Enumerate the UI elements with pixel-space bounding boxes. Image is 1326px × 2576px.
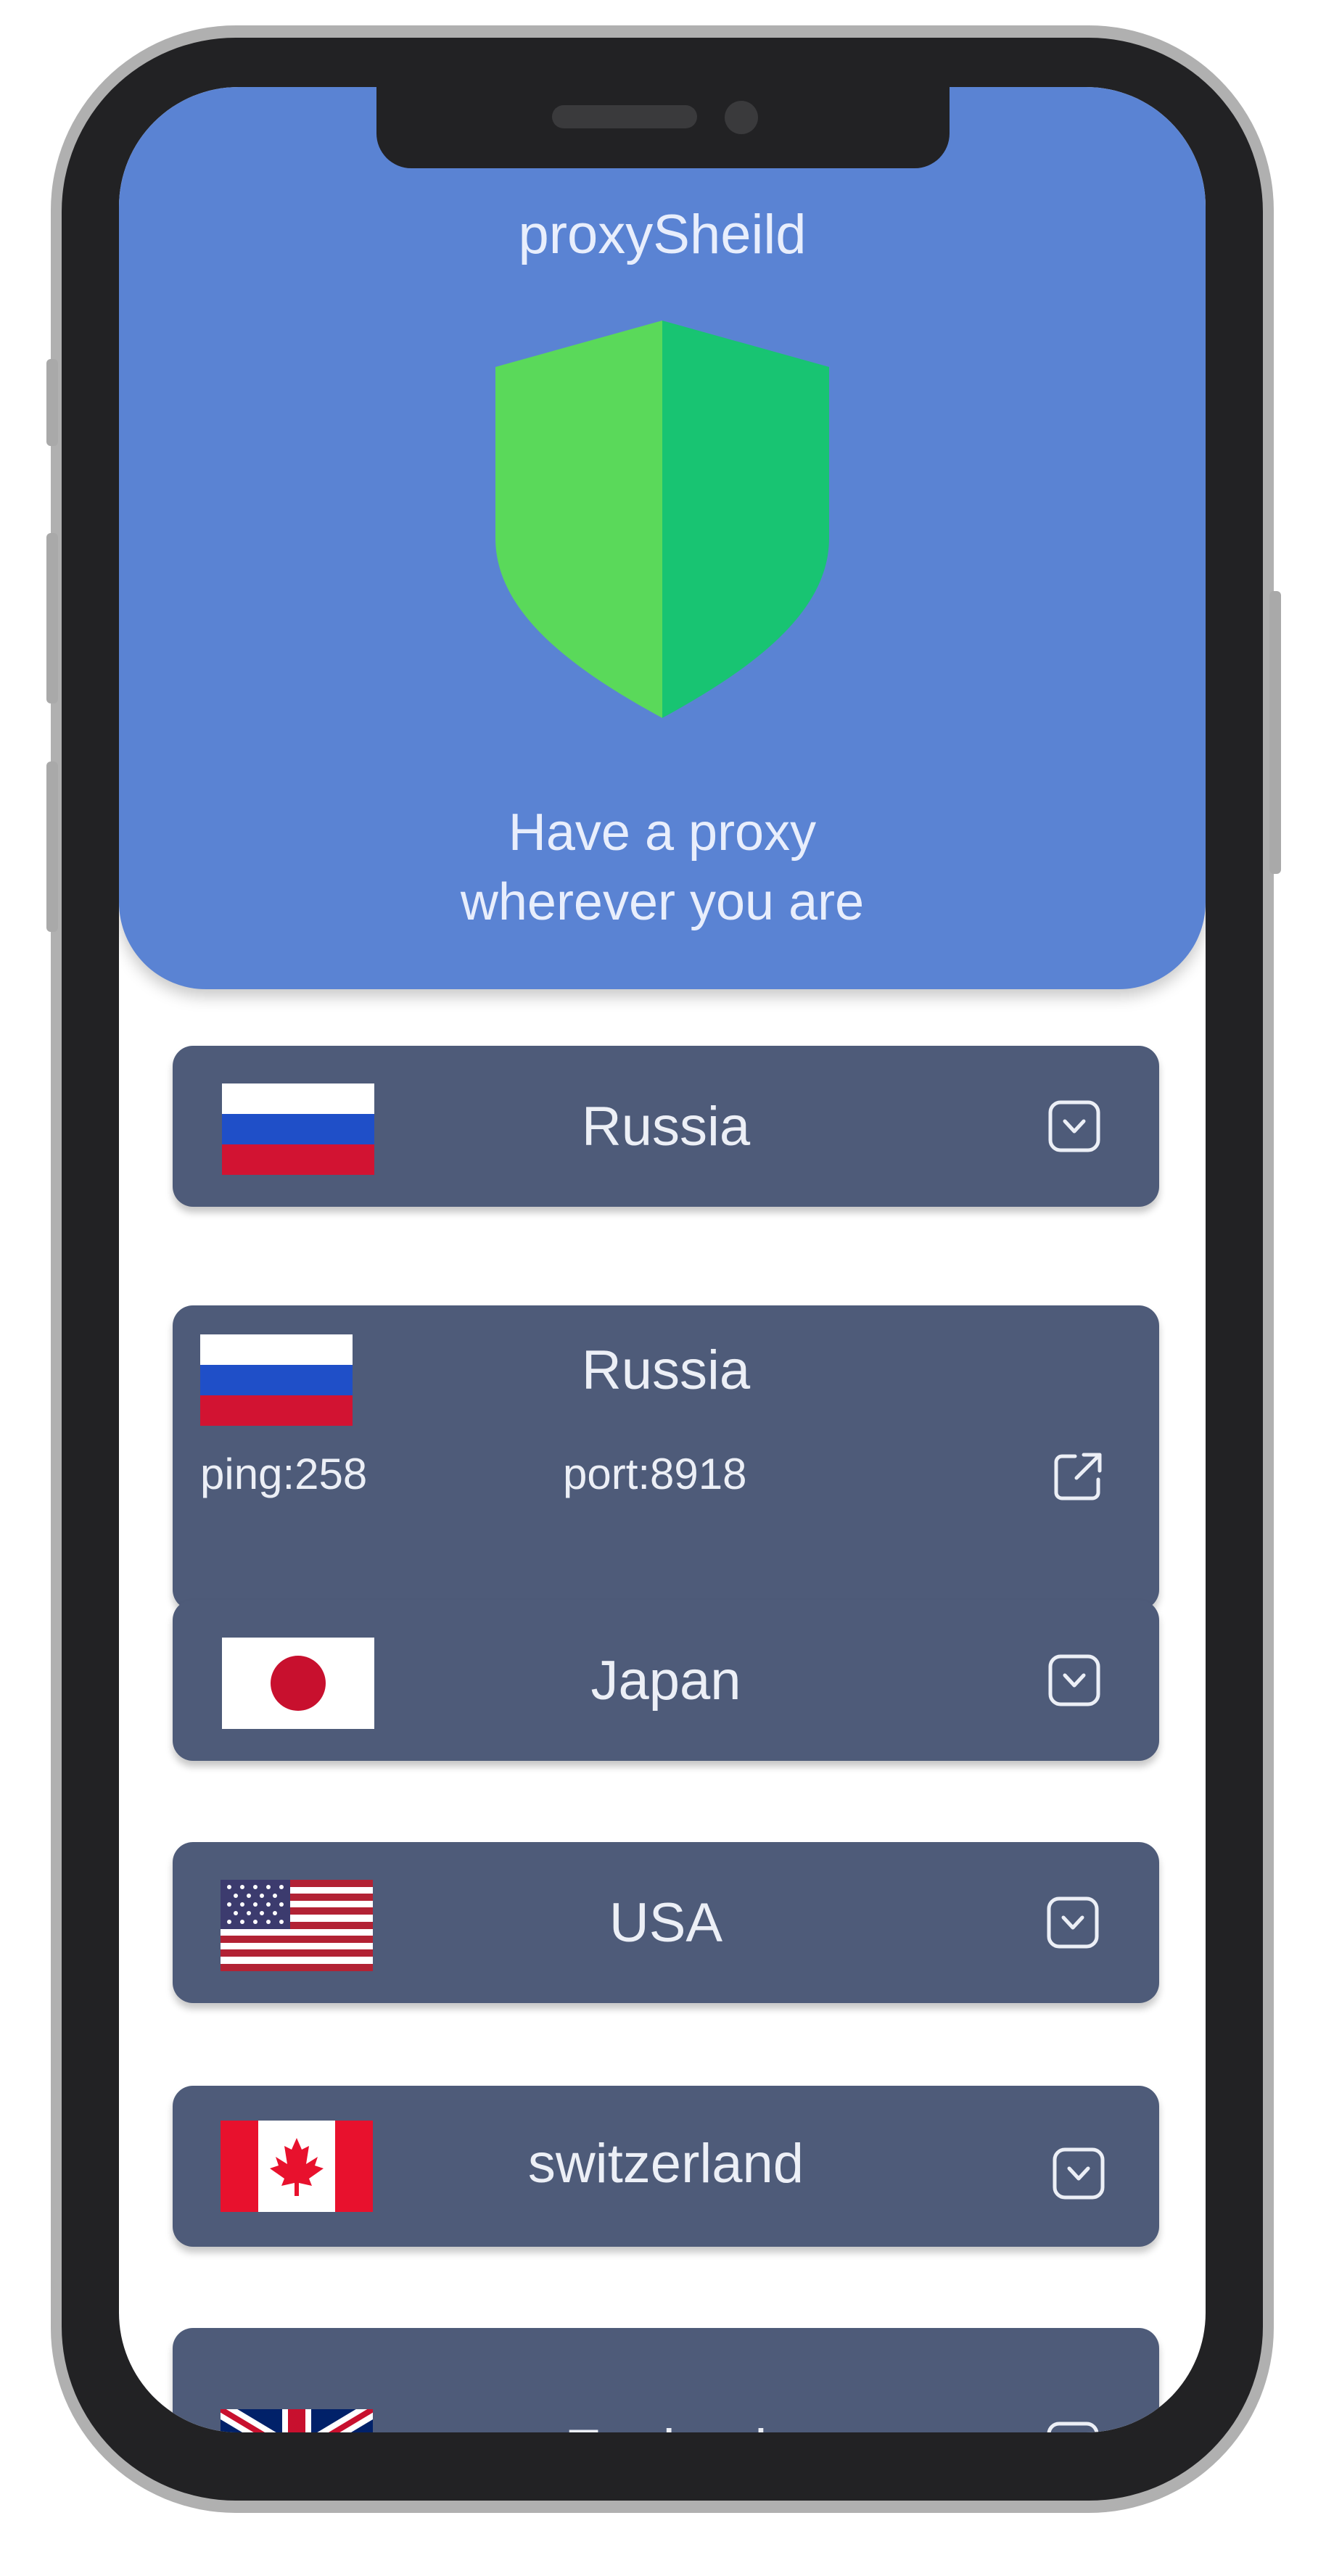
chevron-down-icon[interactable] <box>1047 1099 1101 1153</box>
country-name: Russia <box>581 1339 751 1401</box>
proxy-card-russia-expanded[interactable]: Russia ping:258 port:8918 <box>173 1305 1159 1610</box>
chevron-down-icon[interactable] <box>1046 2421 1100 2432</box>
proxy-card-england[interactable]: England <box>173 2328 1159 2432</box>
country-name: USA <box>609 1892 723 1954</box>
shield-icon <box>495 321 829 718</box>
country-name: England <box>173 2418 1159 2432</box>
app-title: proxySheild <box>518 204 807 265</box>
hero-header: proxySheild Have a proxy wherever you ar… <box>119 87 1206 989</box>
power-button <box>1269 591 1281 874</box>
ping-value: ping:258 <box>200 1450 368 1498</box>
country-name: Japan <box>590 1650 741 1712</box>
front-camera <box>725 101 758 134</box>
tagline-line-2: wherever you are <box>460 873 865 931</box>
chevron-down-icon[interactable] <box>1047 1654 1101 1707</box>
country-name: switzerland <box>527 2133 804 2195</box>
country-name: Russia <box>581 1096 751 1157</box>
speaker-grille <box>552 105 697 128</box>
tagline: Have a proxy wherever you are <box>119 798 1206 937</box>
volume-down-button <box>46 761 58 932</box>
port-value: port:8918 <box>563 1450 747 1498</box>
camera-notch <box>376 87 950 168</box>
chevron-down-icon[interactable] <box>1052 2147 1105 2200</box>
app-screen: proxySheild Have a proxy wherever you ar… <box>119 87 1206 2432</box>
proxy-card-usa[interactable]: USA <box>173 1842 1159 2003</box>
proxy-card-japan[interactable]: Japan <box>173 1600 1159 1761</box>
external-link-icon[interactable] <box>1052 1449 1105 1503</box>
volume-up-button <box>46 533 58 703</box>
proxy-card-russia[interactable]: Russia <box>173 1046 1159 1207</box>
mute-switch <box>46 359 58 446</box>
proxy-card-switzerland[interactable]: switzerland <box>173 2086 1159 2247</box>
chevron-down-icon[interactable] <box>1046 1896 1100 1949</box>
tagline-line-1: Have a proxy <box>508 804 817 862</box>
